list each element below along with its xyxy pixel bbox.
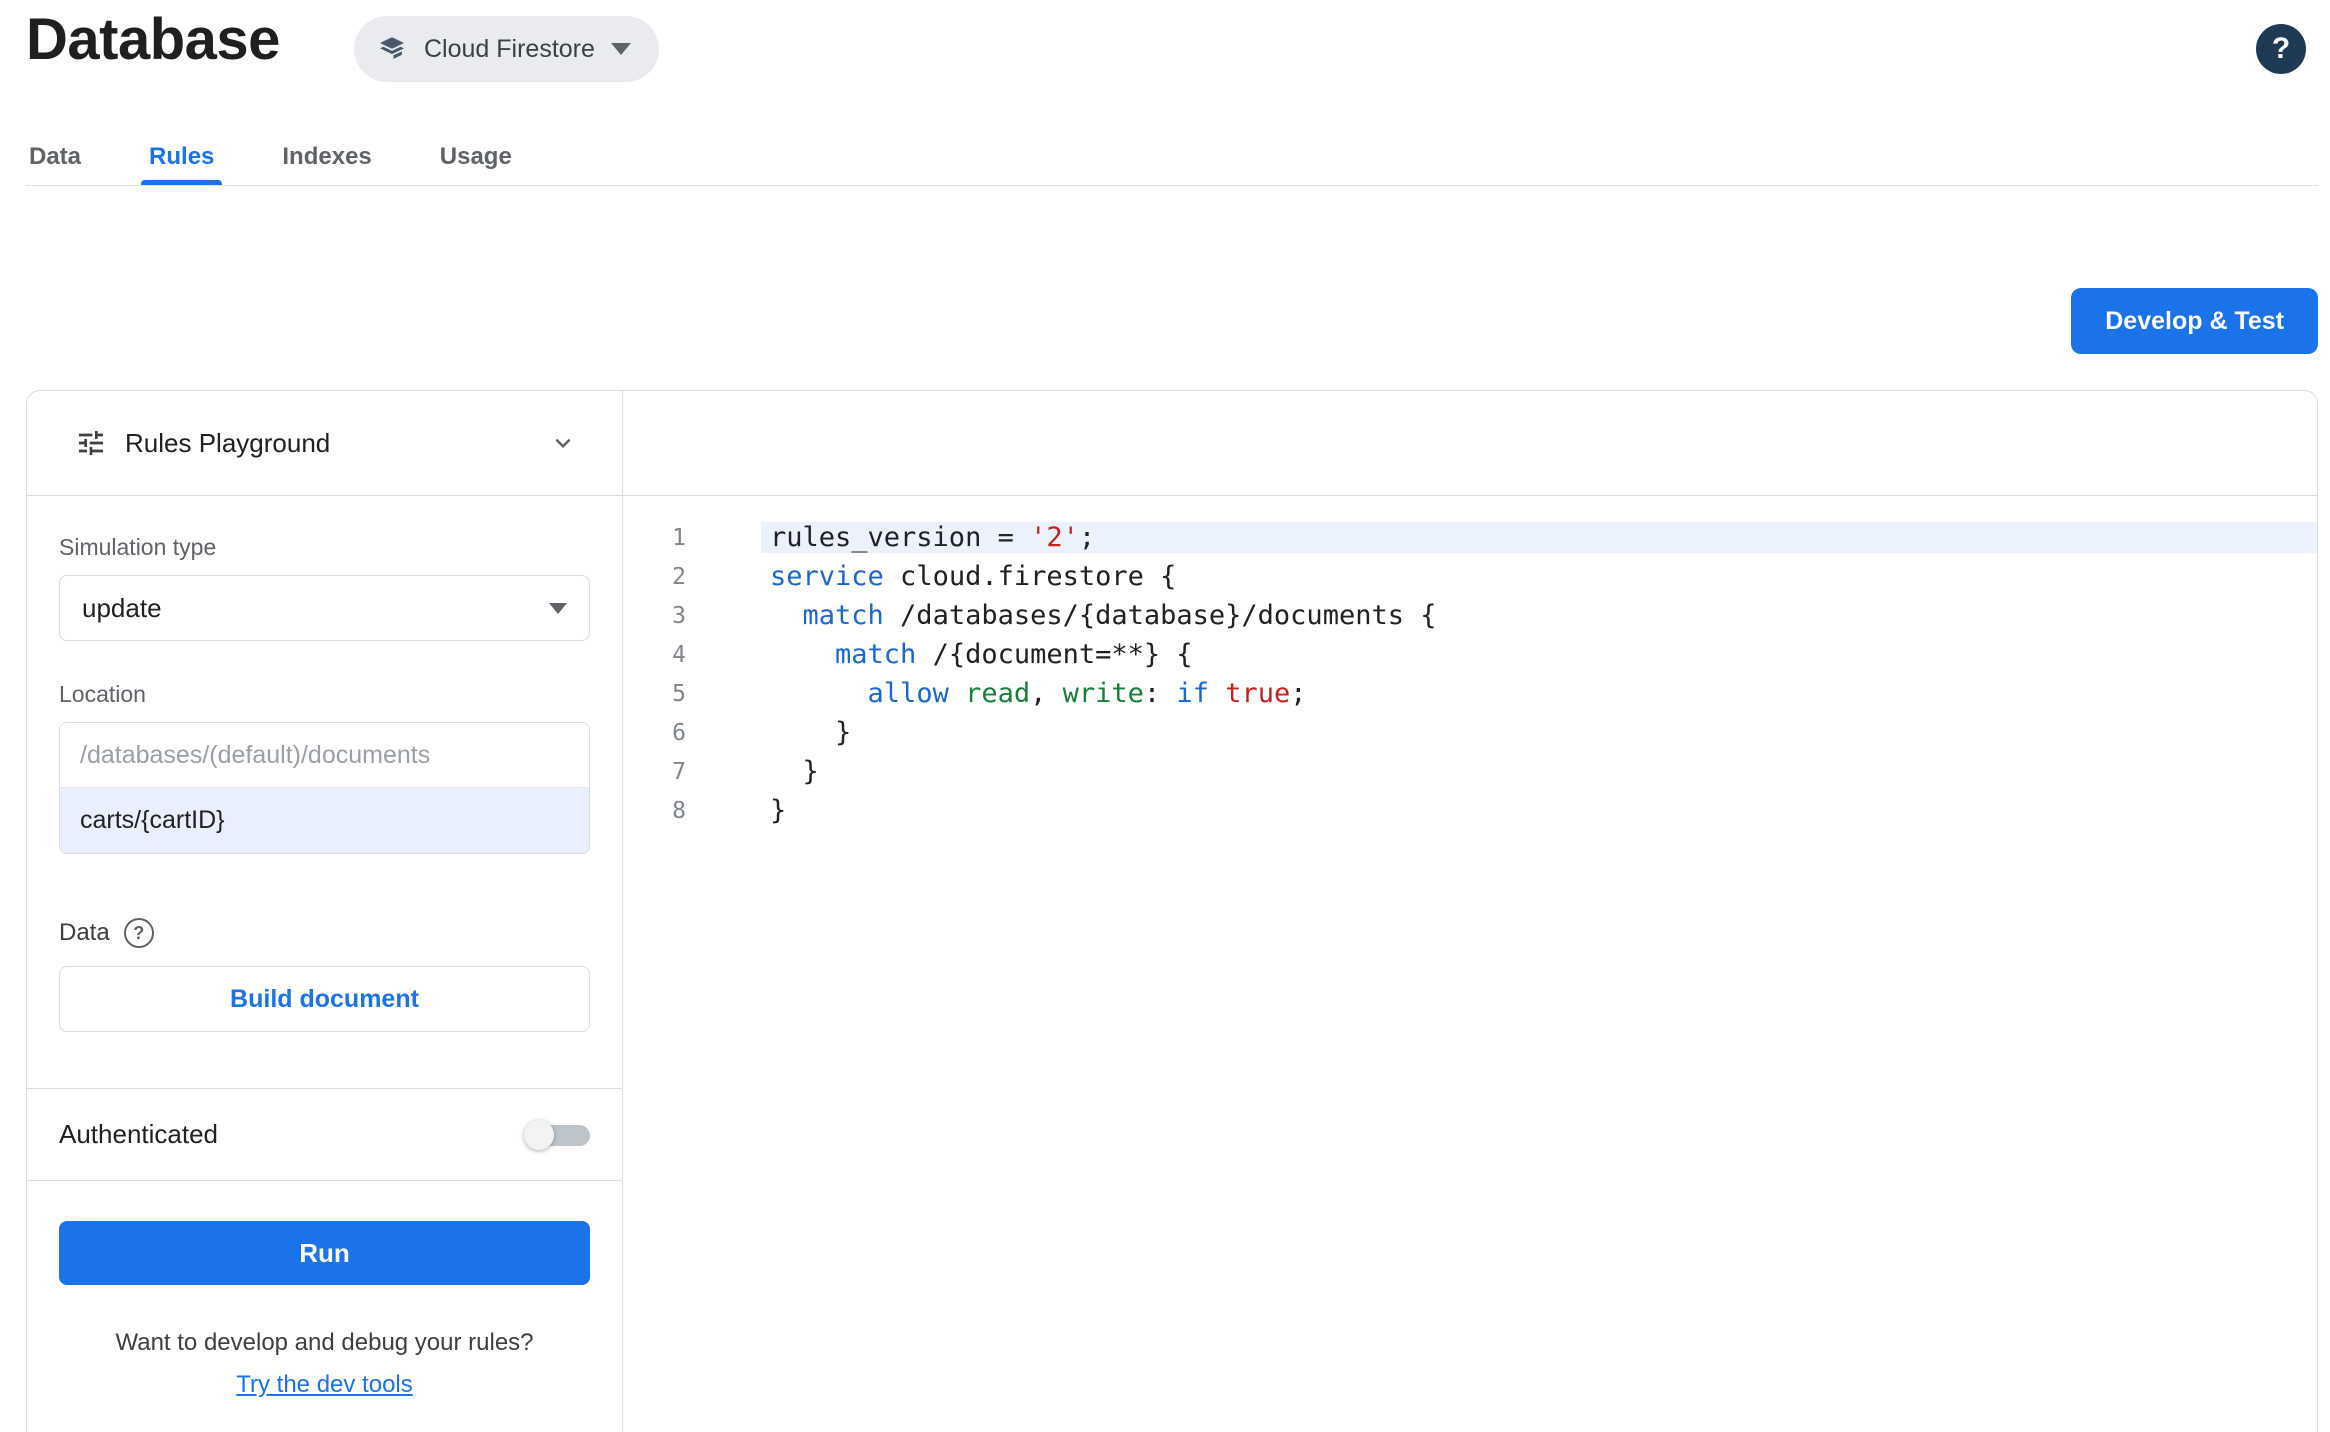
data-label: Data — [59, 919, 110, 946]
code-line[interactable]: 3 match /databases/{database}/documents … — [623, 596, 2317, 635]
select-caret-icon — [549, 602, 567, 614]
location-input[interactable]: carts/{cartID} — [60, 788, 589, 853]
product-selector-label: Cloud Firestore — [424, 34, 595, 63]
simulation-type-value: update — [82, 592, 162, 623]
code-text[interactable]: service cloud.firestore { — [761, 561, 2317, 592]
line-number: 2 — [672, 563, 686, 590]
simulation-type-select[interactable]: update — [59, 575, 590, 641]
rules-editor: 1 rules_version = '2'; 2 service cloud.fire… — [623, 391, 2317, 1432]
rules-playground-header[interactable]: Rules Playground — [27, 391, 622, 496]
line-number: 6 — [672, 719, 686, 746]
run-section: Run Want to develop and debug your rules… — [27, 1181, 622, 1399]
help-button[interactable]: ? — [2256, 24, 2306, 74]
line-number: 4 — [672, 641, 686, 668]
rules-card: Rules Playground Simulation type update … — [26, 390, 2318, 1432]
code-text[interactable]: } — [761, 795, 2317, 826]
code-text[interactable]: match /{document=**} { — [761, 639, 2317, 670]
code-text[interactable]: } — [761, 717, 2317, 748]
tab-data[interactable]: Data — [27, 128, 83, 185]
code-text[interactable]: allow read, write: if true; — [761, 678, 2317, 709]
editor-toolbar — [623, 391, 2317, 496]
firestore-database-page: Database Cloud Firestore ? Data Rules In… — [0, 0, 2330, 1432]
playground-form: Simulation type update Location /databas… — [27, 496, 622, 1032]
tune-icon — [75, 427, 107, 459]
rules-playground-title: Rules Playground — [125, 427, 331, 458]
authenticated-toggle[interactable] — [524, 1119, 590, 1150]
data-help-icon[interactable]: ? — [123, 918, 154, 948]
data-help-glyph: ? — [133, 922, 145, 943]
simulation-type-label: Simulation type — [59, 534, 217, 560]
question-mark-icon: ? — [2271, 32, 2291, 65]
tab-usage[interactable]: Usage — [438, 128, 514, 185]
build-document-button[interactable]: Build document — [59, 966, 590, 1032]
firestore-icon — [376, 33, 408, 65]
tab-indexes[interactable]: Indexes — [280, 128, 373, 185]
code-lines: 1 rules_version = '2'; 2 service cloud.fire… — [623, 496, 2317, 830]
dev-tools-link[interactable]: Try the dev tools — [59, 1371, 590, 1399]
line-number: 5 — [672, 680, 686, 707]
chevron-down-icon — [548, 428, 578, 458]
line-number: 3 — [672, 602, 686, 629]
location-base-path: /databases/(default)/documents — [60, 723, 589, 788]
product-selector[interactable]: Cloud Firestore — [354, 16, 659, 82]
code-text[interactable]: rules_version = '2'; — [761, 522, 2317, 553]
page-title: Database — [26, 7, 280, 72]
dev-hint-text: Want to develop and debug your rules? — [115, 1329, 534, 1356]
run-button[interactable]: Run — [59, 1221, 590, 1285]
code-text[interactable]: } — [761, 756, 2317, 787]
code-line[interactable]: 7 } — [623, 752, 2317, 791]
code-line[interactable]: 1 rules_version = '2'; — [623, 518, 2317, 557]
tab-bar: Data Rules Indexes Usage — [27, 128, 514, 185]
location-field-group: /databases/(default)/documents carts/{ca… — [59, 722, 590, 854]
code-line[interactable]: 5 allow read, write: if true; — [623, 674, 2317, 713]
code-text[interactable]: match /databases/{database}/documents { — [761, 600, 2317, 631]
code-line[interactable]: 4 match /{document=**} { — [623, 635, 2317, 674]
toggle-thumb — [524, 1119, 554, 1150]
location-label: Location — [59, 681, 146, 707]
code-line[interactable]: 2 service cloud.firestore { — [623, 557, 2317, 596]
line-number: 8 — [672, 797, 686, 824]
code-line[interactable]: 6 } — [623, 713, 2317, 752]
authenticated-label: Authenticated — [59, 1119, 219, 1149]
code-line[interactable]: 8} — [623, 791, 2317, 830]
rules-playground-panel: Rules Playground Simulation type update … — [27, 391, 623, 1432]
tab-divider — [26, 185, 2318, 186]
data-section-header: Data ? — [59, 918, 590, 948]
tab-rules[interactable]: Rules — [141, 128, 223, 185]
line-number: 7 — [672, 758, 686, 785]
develop-test-button[interactable]: Develop & Test — [2071, 288, 2318, 354]
caret-down-icon — [610, 43, 631, 55]
line-number: 1 — [672, 524, 686, 551]
authenticated-row: Authenticated — [27, 1089, 622, 1180]
